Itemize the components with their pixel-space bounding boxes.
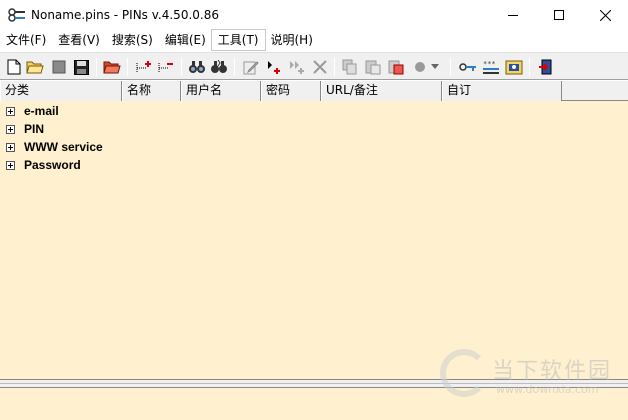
column-header-category[interactable]: 分类 <box>0 81 122 101</box>
record-icon[interactable] <box>410 57 430 77</box>
add-entry-icon[interactable] <box>264 57 284 77</box>
column-header-password[interactable]: 密码 <box>261 81 321 101</box>
menu-help[interactable]: 说明(H) <box>265 30 319 50</box>
menu-edit[interactable]: 编辑(E) <box>159 30 212 50</box>
close-button[interactable] <box>582 0 628 30</box>
expand-icon[interactable] <box>6 106 15 116</box>
window-title: Noname.pins - PINs v.4.50.0.86 <box>31 8 219 22</box>
toolbar: *** <box>0 52 628 80</box>
tree-item-email[interactable]: e-mail <box>0 102 59 120</box>
maximize-button[interactable] <box>536 0 582 30</box>
tree-item-password[interactable]: Password <box>0 156 81 174</box>
menu-tools[interactable]: 工具(T) <box>210 29 266 51</box>
add-category-icon[interactable] <box>134 57 154 77</box>
watermark-logo-icon <box>440 349 488 397</box>
maximize-icon <box>554 10 564 20</box>
menu-file[interactable]: 文件(F) <box>0 30 52 50</box>
minimize-icon <box>508 15 518 16</box>
cut-icon[interactable] <box>386 57 406 77</box>
open-folder-icon[interactable] <box>25 57 45 77</box>
record-dropdown-icon[interactable] <box>429 57 441 77</box>
tree-item-pin[interactable]: PIN <box>0 120 44 138</box>
tree-item-label: PIN <box>24 122 45 136</box>
tree-item-label: WWW service <box>24 140 103 154</box>
tree-item-www-service[interactable]: WWW service <box>0 138 103 156</box>
delete-category-icon[interactable] <box>156 57 176 77</box>
column-header-username[interactable]: 用户名 <box>181 81 261 101</box>
title-bar[interactable]: Noname.pins - PINs v.4.50.0.86 <box>0 0 628 30</box>
svg-text:***: *** <box>483 60 496 68</box>
tree-item-label: Password <box>24 158 81 172</box>
watermark-name: 当下软件园 <box>492 359 613 384</box>
password-generator-icon[interactable]: *** <box>481 57 501 77</box>
expand-icon[interactable] <box>6 124 15 134</box>
watermark: 当下软件园 www.downxia.com <box>440 349 620 407</box>
expand-icon[interactable] <box>6 160 15 170</box>
find-icon[interactable] <box>187 57 207 77</box>
minimize-button[interactable] <box>490 0 536 30</box>
delete-entry-icon[interactable] <box>310 57 330 77</box>
copy-icon[interactable] <box>340 57 360 77</box>
add-sub-entry-icon[interactable] <box>287 57 307 77</box>
key-icon[interactable] <box>458 57 478 77</box>
close-file-icon[interactable] <box>49 57 69 77</box>
new-file-icon[interactable] <box>4 57 24 77</box>
app-key-icon <box>7 8 27 22</box>
exit-icon[interactable] <box>536 57 556 77</box>
column-header-url-notes[interactable]: URL/备注 <box>321 81 442 101</box>
column-header-custom[interactable]: 自订 <box>442 81 562 101</box>
menu-search[interactable]: 搜索(S) <box>106 30 159 50</box>
watermark-url: www.downxia.com <box>496 383 599 396</box>
menu-view[interactable]: 查看(V) <box>52 30 106 50</box>
paste-icon[interactable] <box>363 57 383 77</box>
open-red-folder-icon[interactable] <box>102 57 122 77</box>
column-header-row: 分类 名称 用户名 密码 URL/备注 自订 <box>0 81 628 101</box>
menu-bar: 文件(F) 查看(V) 搜索(S) 编辑(E) 工具(T) 说明(H) <box>0 29 628 51</box>
entry-tree[interactable]: e-mail PIN WWW service Password <box>0 101 628 379</box>
lock-icon[interactable] <box>504 57 524 77</box>
save-icon[interactable] <box>71 57 91 77</box>
find-next-icon[interactable] <box>209 57 229 77</box>
edit-entry-icon[interactable] <box>241 57 261 77</box>
expand-icon[interactable] <box>6 142 15 152</box>
tree-item-label: e-mail <box>24 104 59 118</box>
column-header-name[interactable]: 名称 <box>122 81 181 101</box>
close-icon <box>599 9 611 21</box>
